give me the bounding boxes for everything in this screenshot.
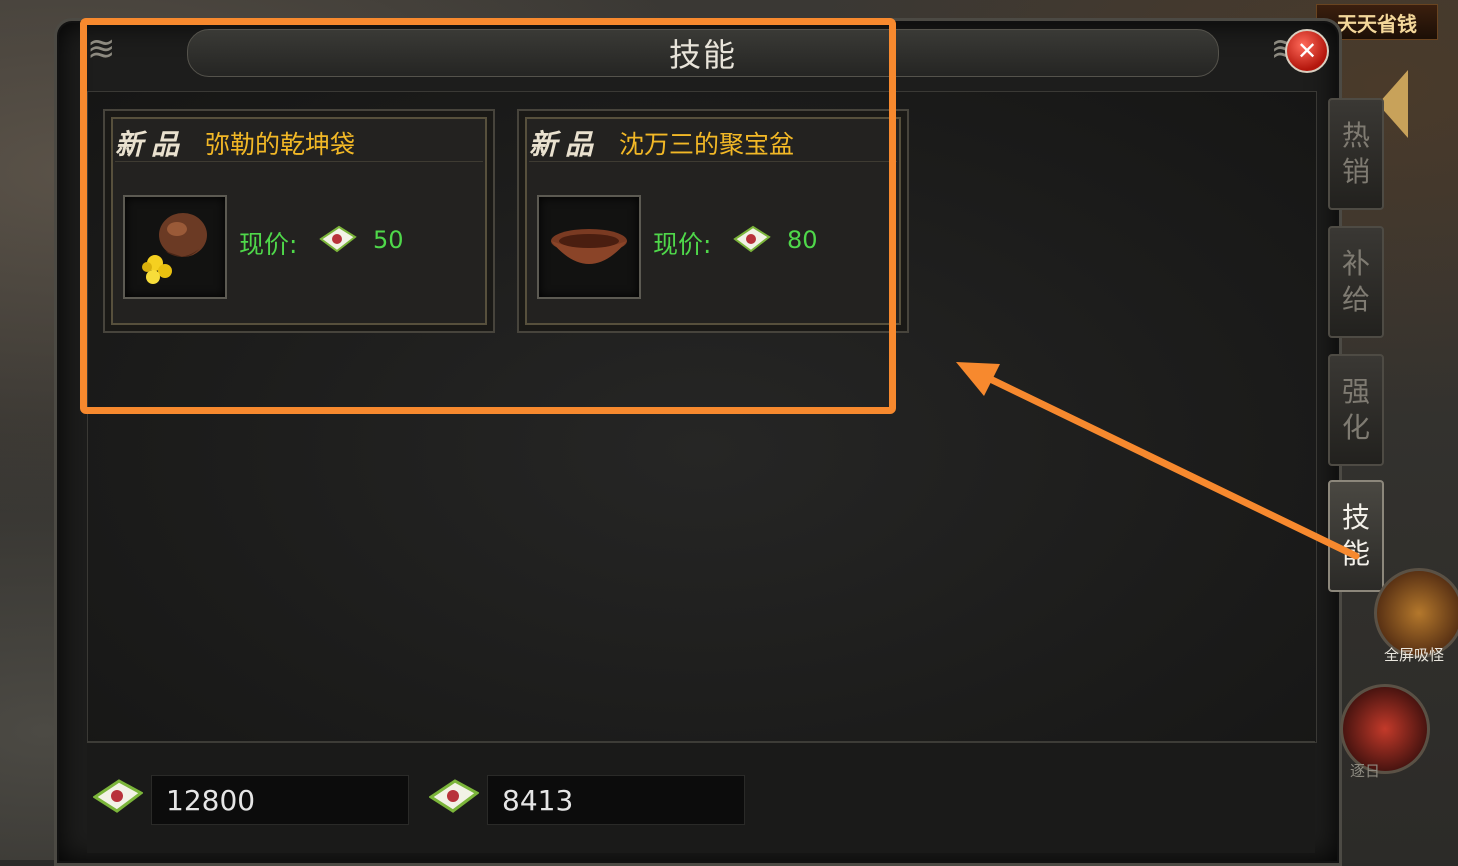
tab-supply[interactable]: 补 给 [1328,226,1384,338]
ingot-icon [93,779,143,813]
tab-label: 补 [1341,247,1370,280]
ingot-icon [319,225,357,253]
new-tag: 新品 [115,128,188,161]
tab-label: 化 [1341,411,1370,444]
tab-label: 热 [1341,119,1370,152]
close-button[interactable]: ✕ [1285,29,1329,73]
currency-value: 8413 [487,775,745,825]
title-bar: 技能 [187,29,1219,77]
item-name: 沈万三的聚宝盆 [619,130,795,159]
item-slot[interactable] [537,195,641,299]
item-name: 弥勒的乾坤袋 [205,130,356,159]
price-label: 现价: [239,230,298,259]
tab-label: 给 [1341,283,1370,316]
coin-bag-icon [142,213,207,284]
new-tag: 新品 [529,128,602,161]
card-header: 新品 弥勒的乾坤袋 [115,125,483,162]
wing-ornament-left-icon: ≋ [87,29,116,69]
shop-item-card[interactable]: 新品 弥勒的乾坤袋 现价: 50 [103,109,495,333]
tab-enhance[interactable]: 强 化 [1328,354,1384,466]
item-slot[interactable] [123,195,227,299]
panel-title: 技能 [668,36,737,74]
price-label: 现价: [653,230,712,259]
orb-label: 全屏吸怪 [1384,646,1445,664]
price-value: 80 [787,226,818,254]
tab-label: 技 [1341,501,1370,534]
ingot-icon [429,779,479,813]
close-icon: ✕ [1296,37,1318,65]
orb-label: 逐日 [1350,762,1381,780]
card-header: 新品 沈万三的聚宝盆 [529,125,897,162]
tab-label: 强 [1341,375,1370,408]
currency-value: 12800 [151,775,409,825]
ingot-icon [733,225,771,253]
tab-label: 能 [1341,537,1370,570]
wing-ornament-right-icon: ≋ [1199,29,1300,69]
treasure-bowl-icon [551,229,627,264]
price-value: 50 [373,226,404,254]
tab-hot-sale[interactable]: 热 销 [1328,98,1384,210]
shop-item-card[interactable]: 新品 沈万三的聚宝盆 现价: 80 [517,109,909,333]
tab-skill[interactable]: 技 能 [1328,480,1384,592]
tab-label: 销 [1341,155,1370,188]
shop-panel: ≋ 技能 ≋ ✕ 新品 弥勒的乾坤袋 现价: 50 [54,18,1342,866]
currency-bar: 12800 8413 [87,741,1315,853]
